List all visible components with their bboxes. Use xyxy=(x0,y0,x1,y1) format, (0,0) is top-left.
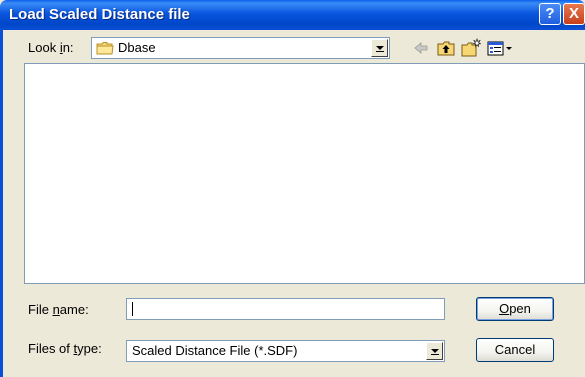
file-type-label: Files of type: xyxy=(28,341,102,356)
dropdown-arrow-icon xyxy=(431,349,439,353)
file-type-value: Scaled Distance File (*.SDF) xyxy=(132,343,298,358)
look-in-value: Dbase xyxy=(118,40,156,55)
back-arrow-icon[interactable] xyxy=(413,38,429,58)
up-one-level-icon[interactable] xyxy=(437,38,455,58)
load-sdf-dialog: Load Scaled Distance file ? X Look in: D… xyxy=(0,0,585,377)
file-type-dropdown-button[interactable] xyxy=(426,342,443,360)
close-button[interactable]: X xyxy=(563,3,585,25)
file-list-view[interactable] xyxy=(24,63,585,284)
help-button[interactable]: ? xyxy=(539,3,561,25)
file-name-input[interactable] xyxy=(126,298,445,320)
title-bar[interactable]: Load Scaled Distance file ? X xyxy=(0,0,585,30)
view-menu-icon[interactable] xyxy=(487,38,515,58)
close-icon: X xyxy=(568,5,579,22)
look-in-combobox[interactable]: Dbase xyxy=(91,37,390,59)
file-type-combobox[interactable]: Scaled Distance File (*.SDF) xyxy=(126,340,445,362)
new-folder-icon[interactable] xyxy=(461,38,481,58)
help-icon: ? xyxy=(545,5,555,22)
file-name-label: File name: xyxy=(28,302,89,317)
dropdown-arrow-icon xyxy=(376,46,384,50)
folder-icon xyxy=(96,42,114,55)
open-button[interactable]: Open xyxy=(476,297,554,321)
window-frame-left xyxy=(0,30,3,377)
look-in-label: Look in: xyxy=(28,40,74,55)
text-caret xyxy=(132,302,133,316)
look-in-dropdown-button[interactable] xyxy=(371,39,388,57)
cancel-button[interactable]: Cancel xyxy=(476,338,554,362)
dialog-title: Load Scaled Distance file xyxy=(9,6,190,23)
